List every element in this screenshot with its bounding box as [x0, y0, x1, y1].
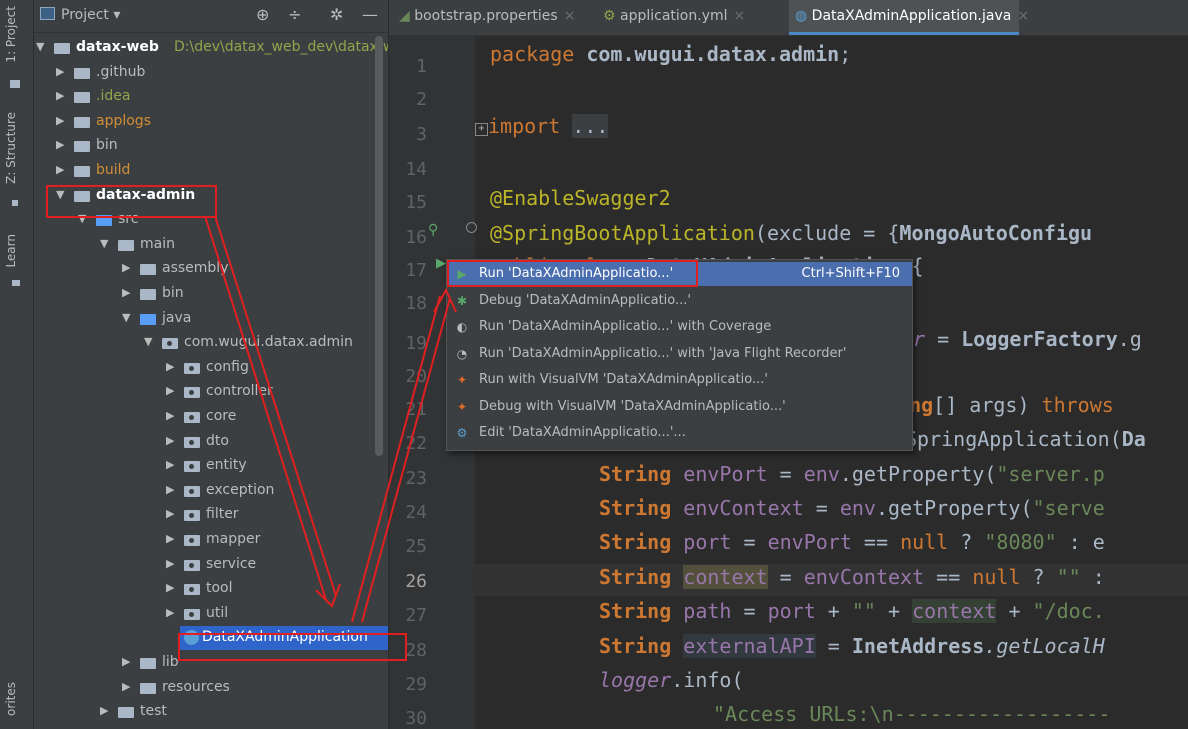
- annotation-arrows: [204, 215, 457, 623]
- arrow-line: [214, 215, 337, 597]
- arrow-line: [361, 297, 451, 623]
- arrow-line: [351, 295, 441, 623]
- arrow-head: [315, 583, 341, 608]
- arrow-line: [204, 215, 327, 601]
